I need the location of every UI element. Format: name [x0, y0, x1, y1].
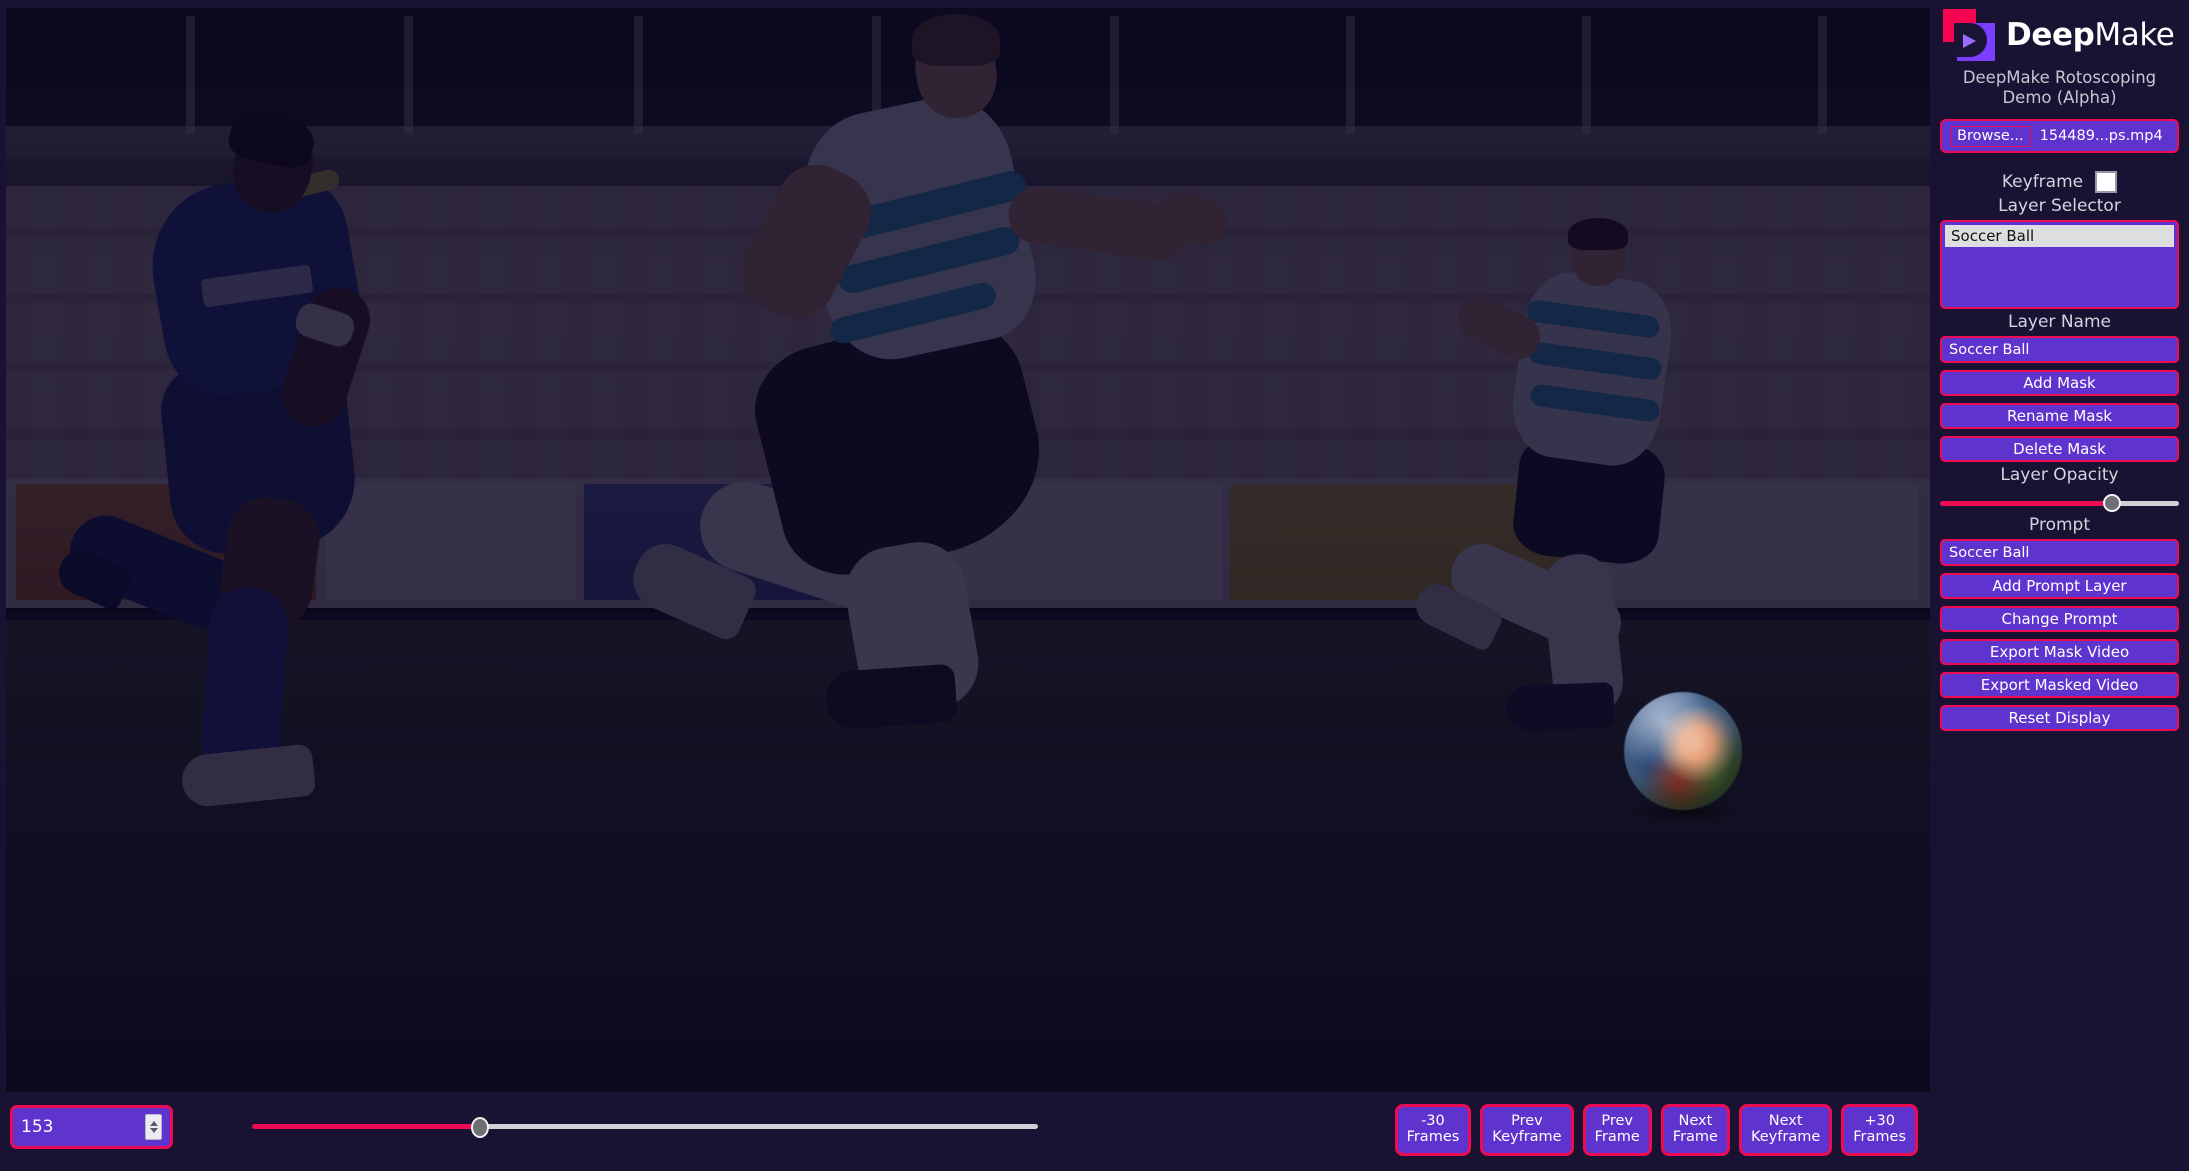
export-masked-video-button[interactable]: Export Masked Video: [1940, 672, 2179, 699]
layer-selector-label: Layer Selector: [1998, 196, 2121, 217]
brand-title-thin: Make: [2094, 16, 2175, 53]
selected-file-name: 154489...ps.mp4: [2039, 128, 2163, 145]
app-root: DeepMake DeepMake Rotoscoping Demo (Alph…: [0, 0, 2189, 1171]
keyframe-row: Keyframe: [1938, 171, 2181, 194]
brand-title: DeepMake: [2006, 16, 2175, 53]
timeline-scrubber[interactable]: [252, 1117, 1038, 1138]
layer-opacity-slider[interactable]: [1940, 494, 2179, 513]
rename-mask-button[interactable]: Rename Mask: [1940, 403, 2179, 430]
frame-number-value: 153: [21, 1117, 54, 1137]
control-sidebar: DeepMake DeepMake Rotoscoping Demo (Alph…: [1930, 0, 2189, 1171]
timeline-track-remaining: [479, 1124, 1038, 1129]
prev-frame-button[interactable]: Prev Frame: [1582, 1104, 1652, 1156]
browse-button[interactable]: Browse...: [1950, 125, 2031, 147]
layer-opacity-label: Layer Opacity: [2000, 465, 2119, 486]
add-prompt-layer-button[interactable]: Add Prompt Layer: [1940, 573, 2179, 600]
add-mask-button[interactable]: Add Mask: [1940, 370, 2179, 397]
export-mask-video-button[interactable]: Export Mask Video: [1940, 639, 2179, 666]
keyframe-label: Keyframe: [2001, 172, 2084, 193]
brand-title-bold: Deep: [2006, 16, 2095, 53]
delete-mask-button[interactable]: Delete Mask: [1940, 436, 2179, 463]
playback-toolbar: 153 -30 Frames Prev Keyframe Prev Frame …: [0, 1096, 1930, 1171]
layer-name-label: Layer Name: [2008, 312, 2111, 333]
opacity-track-filled: [1940, 501, 2113, 507]
deepmake-play-logo-icon: [1942, 8, 1996, 62]
change-prompt-button[interactable]: Change Prompt: [1940, 606, 2179, 633]
keyframe-checkbox[interactable]: [2095, 171, 2118, 194]
video-preview-canvas[interactable]: [6, 8, 1930, 1092]
layer-selector-list[interactable]: Soccer Ball: [1940, 220, 2179, 310]
next-keyframe-button[interactable]: Next Keyframe: [1738, 1104, 1833, 1156]
opacity-track-remaining: [2112, 501, 2179, 507]
layer-name-input[interactable]: Soccer Ball: [1940, 336, 2179, 364]
file-picker-row[interactable]: Browse... 154489...ps.mp4: [1940, 119, 2179, 154]
prompt-label: Prompt: [2029, 515, 2090, 536]
prompt-input[interactable]: Soccer Ball: [1940, 539, 2179, 567]
minus-30-frames-button[interactable]: -30 Frames: [1394, 1104, 1472, 1156]
masked-soccer-ball[interactable]: [1624, 692, 1742, 810]
layer-selector-item-soccer-ball[interactable]: Soccer Ball: [1945, 225, 2174, 248]
frame-number-input[interactable]: 153: [10, 1105, 173, 1149]
frame-navigation-group: -30 Frames Prev Keyframe Prev Frame Next…: [1394, 1104, 1918, 1156]
frame-number-stepper[interactable]: [145, 1114, 162, 1140]
app-subtitle: DeepMake Rotoscoping Demo (Alpha): [1962, 68, 2157, 108]
plus-30-frames-button[interactable]: +30 Frames: [1841, 1104, 1918, 1156]
video-frame-content: [6, 8, 1930, 1092]
reset-display-button[interactable]: Reset Display: [1940, 705, 2179, 732]
brand-header: DeepMake: [1938, 4, 2181, 64]
prev-keyframe-button[interactable]: Prev Keyframe: [1480, 1104, 1574, 1156]
opacity-slider-handle[interactable]: [2103, 494, 2122, 513]
timeline-track-filled: [252, 1124, 480, 1129]
timeline-scrubber-handle[interactable]: [470, 1117, 489, 1138]
next-frame-button[interactable]: Next Frame: [1660, 1104, 1730, 1156]
